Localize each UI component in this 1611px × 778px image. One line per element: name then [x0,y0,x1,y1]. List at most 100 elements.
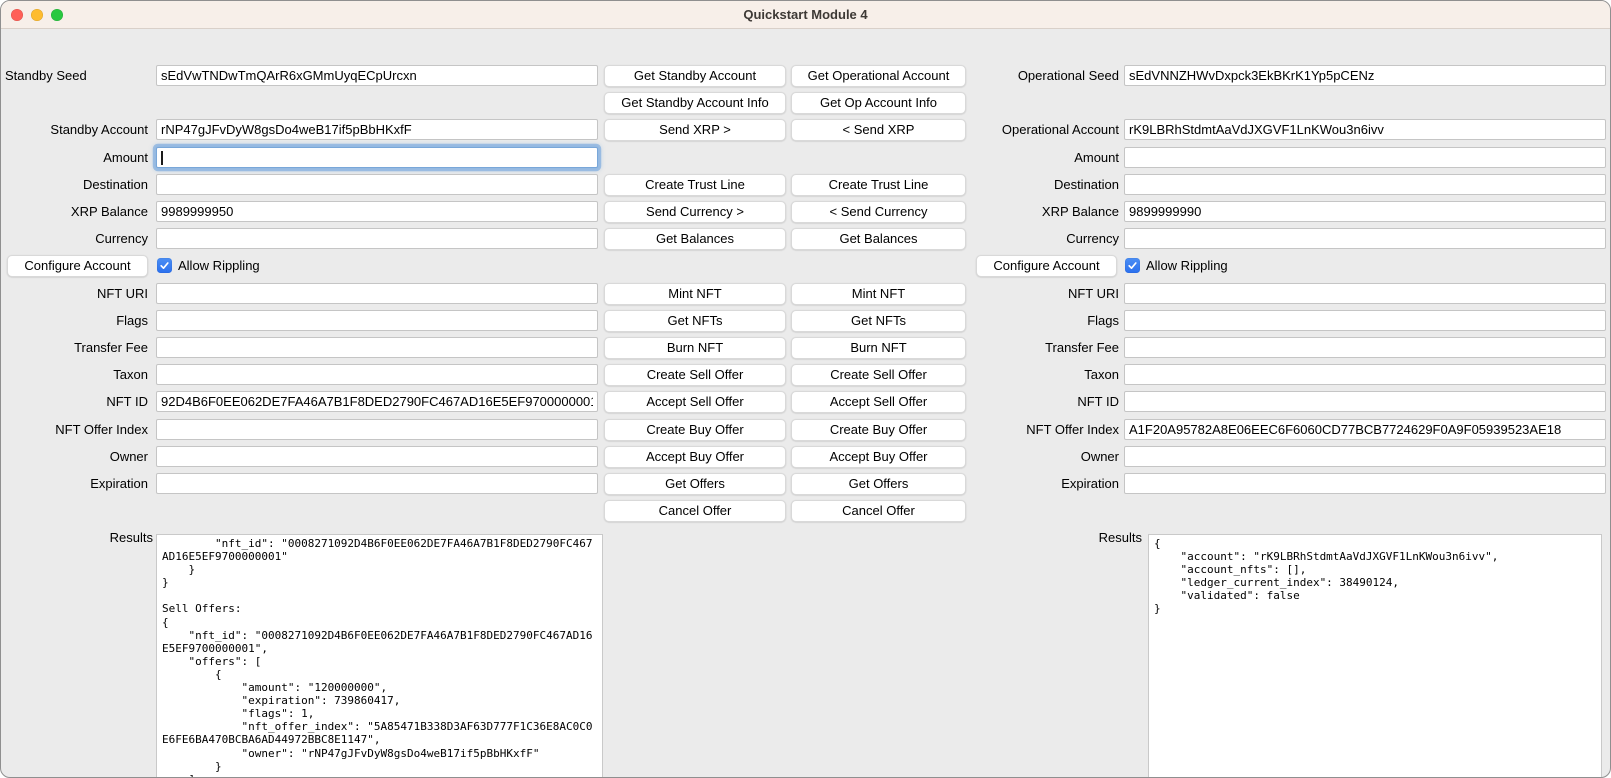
standby-nft-offer-index-input[interactable] [157,420,597,439]
standby-transfer-fee-field[interactable] [156,337,598,358]
standby-standby-seed-label: Standby Seed [5,65,148,86]
operational-accept-sell-offer-button[interactable]: Accept Sell Offer [791,391,966,413]
operational-currency-input[interactable] [1125,229,1605,248]
standby-cancel-offer-button[interactable]: Cancel Offer [604,500,786,522]
standby-create-buy-offer-button[interactable]: Create Buy Offer [604,419,786,441]
standby-create-trust-line-button[interactable]: Create Trust Line [604,174,786,196]
operational-transfer-fee-field[interactable] [1124,337,1606,358]
operational-burn-nft-button[interactable]: Burn NFT [791,337,966,359]
standby-owner-input[interactable] [157,447,597,466]
operational-amount-field[interactable] [1124,147,1606,168]
operational-transfer-fee-input[interactable] [1125,338,1605,357]
titlebar[interactable]: Quickstart Module 4 [1,1,1610,29]
standby-nft-uri-input[interactable] [157,284,597,303]
operational-accept-buy-offer-button[interactable]: Accept Buy Offer [791,446,966,468]
operational-get-op-account-info-button[interactable]: Get Op Account Info [791,92,966,114]
standby-get-nfts-button[interactable]: Get NFTs [604,310,786,332]
standby-nft-id-field[interactable] [156,391,598,412]
standby-allow-rippling-checkbox[interactable] [157,258,172,273]
operational-expiration-field[interactable] [1124,473,1606,494]
operational-currency-label: Currency [954,228,1119,249]
operational-nft-offer-index-field[interactable] [1124,419,1606,440]
operational-allow-rippling-checkbox[interactable] [1125,258,1140,273]
operational-currency-field[interactable] [1124,228,1606,249]
operational-mint-nft-button[interactable]: Mint NFT [791,283,966,305]
standby-currency-field[interactable] [156,228,598,249]
standby-flags-input[interactable] [157,311,597,330]
standby-taxon-field[interactable] [156,364,598,385]
standby-accept-sell-offer-button[interactable]: Accept Sell Offer [604,391,786,413]
operational-nft-id-input[interactable] [1125,392,1605,411]
operational-owner-input[interactable] [1125,447,1605,466]
operational-amount-input[interactable] [1125,148,1605,167]
standby-expiration-input[interactable] [157,474,597,493]
standby-currency-input[interactable] [157,229,597,248]
standby-amount-field[interactable] [156,147,598,168]
operational-nft-offer-index-input[interactable] [1125,420,1605,439]
standby-get-standby-account-button[interactable]: Get Standby Account [604,65,786,87]
standby-nft-id-input[interactable] [157,392,597,411]
operational-xrp-balance-field[interactable] [1124,201,1606,222]
standby-standby-seed-input[interactable] [157,66,597,85]
operational-owner-field[interactable] [1124,446,1606,467]
standby-send-currency-button[interactable]: Send Currency > [604,201,786,223]
standby-standby-account-input[interactable] [157,120,597,139]
operational-cancel-offer-button[interactable]: Cancel Offer [791,500,966,522]
operational-flags-input[interactable] [1125,311,1605,330]
standby-burn-nft-button[interactable]: Burn NFT [604,337,786,359]
operational-operational-account-field[interactable] [1124,119,1606,140]
operational-get-balances-button[interactable]: Get Balances [791,228,966,250]
operational-taxon-field[interactable] [1124,364,1606,385]
operational-create-sell-offer-button[interactable]: Create Sell Offer [791,364,966,386]
operational-nft-id-field[interactable] [1124,391,1606,412]
operational-destination-input[interactable] [1125,175,1605,194]
operational-create-buy-offer-button[interactable]: Create Buy Offer [791,419,966,441]
operational-configure-account-button[interactable]: Configure Account [976,255,1117,277]
standby-expiration-field[interactable] [156,473,598,494]
standby-transfer-fee-input[interactable] [157,338,597,357]
standby-results-text[interactable]: "nft_id": "0008271092D4B6F0EE062DE7FA46A… [156,534,603,778]
standby-standby-account-label: Standby Account [5,119,148,140]
operational-get-nfts-button[interactable]: Get NFTs [791,310,966,332]
operational-expiration-input[interactable] [1125,474,1605,493]
standby-standby-account-field[interactable] [156,119,598,140]
operational-taxon-input[interactable] [1125,365,1605,384]
operational-xrp-balance-input[interactable] [1125,202,1605,221]
standby-destination-field[interactable] [156,174,598,195]
standby-configure-account-button[interactable]: Configure Account [7,255,148,277]
standby-get-standby-account-info-button[interactable]: Get Standby Account Info [604,92,786,114]
standby-nft-uri-label: NFT URI [5,283,148,304]
operational-get-operational-account-button[interactable]: Get Operational Account [791,65,966,87]
operational-get-offers-button[interactable]: Get Offers [791,473,966,495]
standby-get-offers-button[interactable]: Get Offers [604,473,786,495]
operational-operational-account-input[interactable] [1125,120,1605,139]
standby-create-sell-offer-button[interactable]: Create Sell Offer [604,364,786,386]
operational-results-text[interactable]: { "account": "rK9LBRhStdmtAaVdJXGVF1LnKW… [1148,534,1602,778]
operational-send-xrp-button[interactable]: < Send XRP [791,119,966,141]
standby-xrp-balance-field[interactable] [156,201,598,222]
operational-send-currency-button[interactable]: < Send Currency [791,201,966,223]
operational-operational-seed-input[interactable] [1125,66,1605,85]
standby-standby-seed-field[interactable] [156,65,598,86]
standby-xrp-balance-input[interactable] [157,202,597,221]
operational-amount-label: Amount [954,147,1119,168]
operational-operational-seed-field[interactable] [1124,65,1606,86]
operational-nft-uri-field[interactable] [1124,283,1606,304]
standby-get-balances-button[interactable]: Get Balances [604,228,786,250]
standby-mint-nft-button[interactable]: Mint NFT [604,283,786,305]
operational-destination-field[interactable] [1124,174,1606,195]
operational-flags-field[interactable] [1124,310,1606,331]
operational-nft-uri-input[interactable] [1125,284,1605,303]
standby-amount-input[interactable] [157,148,597,167]
operational-operational-seed-label: Operational Seed [954,65,1119,86]
standby-flags-field[interactable] [156,310,598,331]
standby-owner-field[interactable] [156,446,598,467]
standby-nft-offer-index-field[interactable] [156,419,598,440]
standby-send-xrp-button[interactable]: Send XRP > [604,119,786,141]
standby-destination-input[interactable] [157,175,597,194]
standby-nft-uri-field[interactable] [156,283,598,304]
standby-accept-buy-offer-button[interactable]: Accept Buy Offer [604,446,786,468]
operational-create-trust-line-button[interactable]: Create Trust Line [791,174,966,196]
standby-taxon-input[interactable] [157,365,597,384]
standby-currency-label: Currency [5,228,148,249]
